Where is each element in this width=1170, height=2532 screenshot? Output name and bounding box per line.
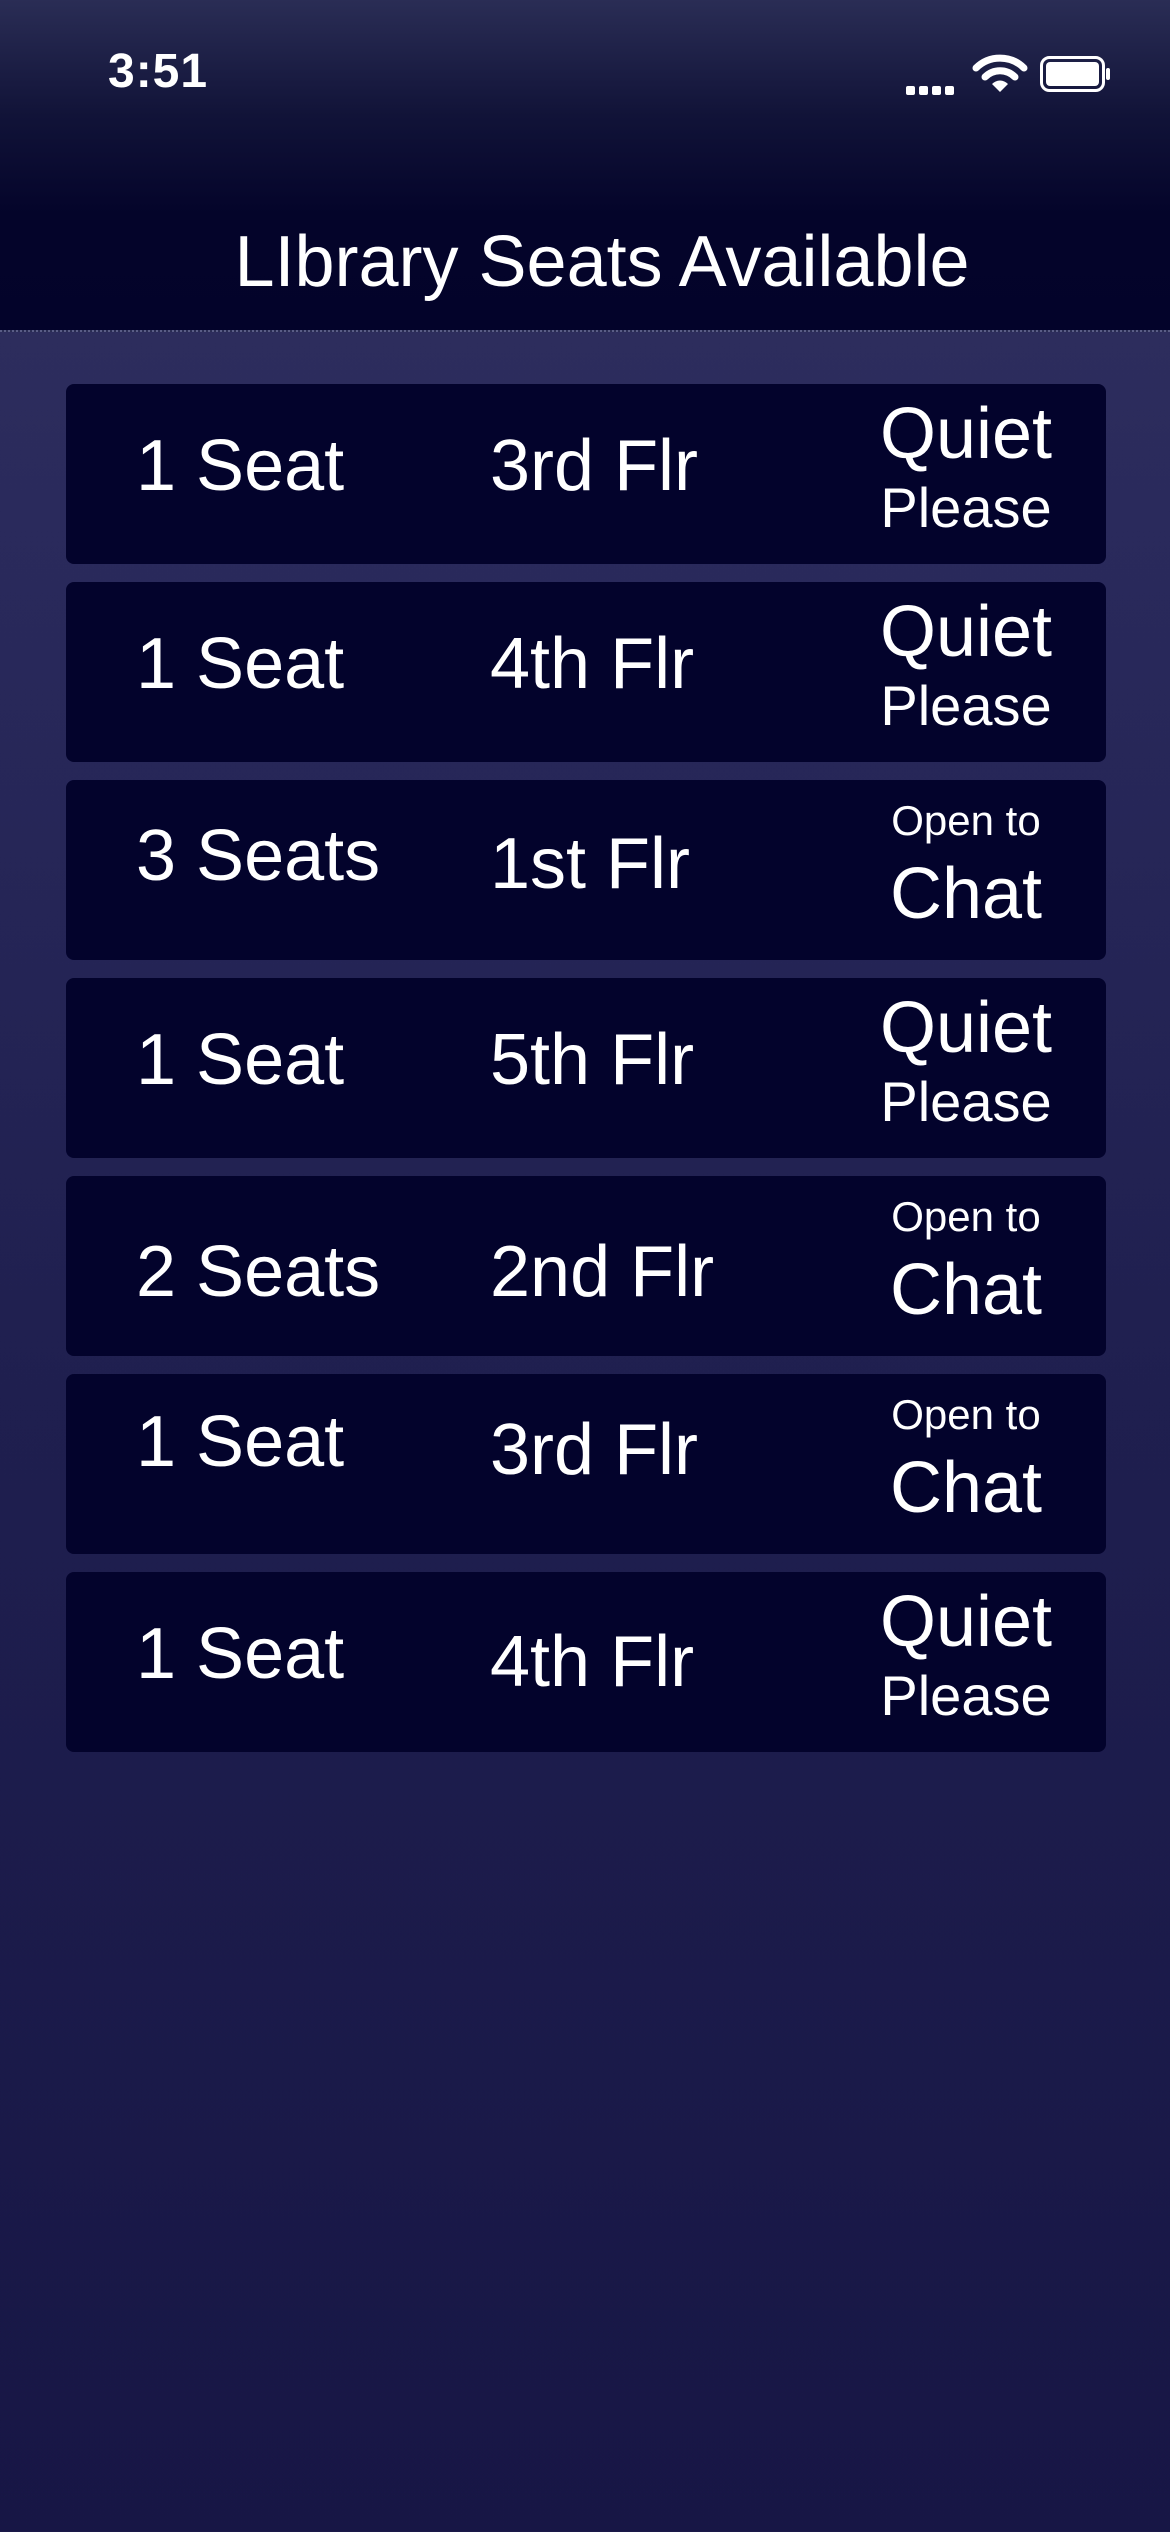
noise-policy: Quiet Please — [856, 978, 1076, 1158]
seat-floor: 2nd Flr — [490, 1232, 715, 1312]
noise-policy: Chat Open to — [856, 780, 1076, 960]
seat-card[interactable]: 1 Seat 3rd Flr Chat Open to — [66, 1374, 1106, 1554]
battery-icon — [1040, 56, 1110, 92]
seat-floor: 4th Flr — [490, 1622, 695, 1702]
seat-list: 1 Seat 3rd Flr Quiet Please 1 Seat 4th Flr Qui… — [66, 384, 1106, 1770]
noise-policy-main: Quiet — [879, 592, 1053, 672]
noise-policy: Quiet Please — [856, 582, 1076, 762]
seat-card[interactable]: 3 Seats 1st Flr Chat Open to — [66, 780, 1106, 960]
noise-policy-sub: Open to — [891, 1391, 1041, 1438]
noise-policy-main: Quiet — [879, 988, 1053, 1068]
seat-count: 1 Seat — [136, 1020, 345, 1100]
page-title: LIbrary Seats Available — [234, 222, 970, 302]
noise-policy: Quiet Please — [856, 1572, 1076, 1752]
seat-card[interactable]: 1 Seat 4th Flr Quiet Please — [66, 1572, 1106, 1752]
seat-card[interactable]: 1 Seat 3rd Flr Quiet Please — [66, 384, 1106, 564]
noise-policy-sub: Please — [880, 476, 1052, 539]
noise-policy-sub: Please — [880, 1070, 1052, 1133]
noise-policy-sub: Please — [880, 1664, 1052, 1727]
seat-count: 1 Seat — [136, 1402, 345, 1482]
seat-floor: 3rd Flr — [490, 1410, 699, 1490]
noise-policy-main: Quiet — [879, 394, 1053, 474]
wifi-icon — [972, 54, 1028, 92]
seat-floor: 3rd Flr — [490, 426, 699, 506]
noise-policy-sub: Please — [880, 674, 1052, 737]
seat-count: 3 Seats — [136, 816, 381, 896]
noise-policy-main: Chat — [889, 1250, 1043, 1330]
noise-policy-main: Quiet — [879, 1582, 1053, 1662]
status-bar-time: 3:51 — [108, 45, 209, 98]
seat-count: 1 Seat — [136, 426, 345, 506]
seat-floor: 5th Flr — [490, 1020, 695, 1100]
navigation-header: 3:51 LIbrary Seats Available — [0, 0, 1170, 332]
cellular-signal-icon — [906, 82, 962, 95]
noise-policy-sub: Open to — [891, 797, 1041, 844]
seat-floor: 4th Flr — [490, 624, 695, 704]
seat-floor: 1st Flr — [490, 824, 691, 904]
noise-policy: Chat Open to — [856, 1374, 1076, 1554]
noise-policy-main: Chat — [889, 854, 1043, 934]
noise-policy-main: Chat — [889, 1448, 1043, 1528]
seat-card[interactable]: 2 Seats 2nd Flr Chat Open to — [66, 1176, 1106, 1356]
seat-card[interactable]: 1 Seat 5th Flr Quiet Please — [66, 978, 1106, 1158]
noise-policy: Quiet Please — [856, 384, 1076, 564]
seat-count: 2 Seats — [136, 1232, 381, 1312]
seat-count: 1 Seat — [136, 1614, 345, 1694]
seat-card[interactable]: 1 Seat 4th Flr Quiet Please — [66, 582, 1106, 762]
seat-count: 1 Seat — [136, 624, 345, 704]
noise-policy-sub: Open to — [891, 1193, 1041, 1240]
noise-policy: Chat Open to — [856, 1176, 1076, 1356]
